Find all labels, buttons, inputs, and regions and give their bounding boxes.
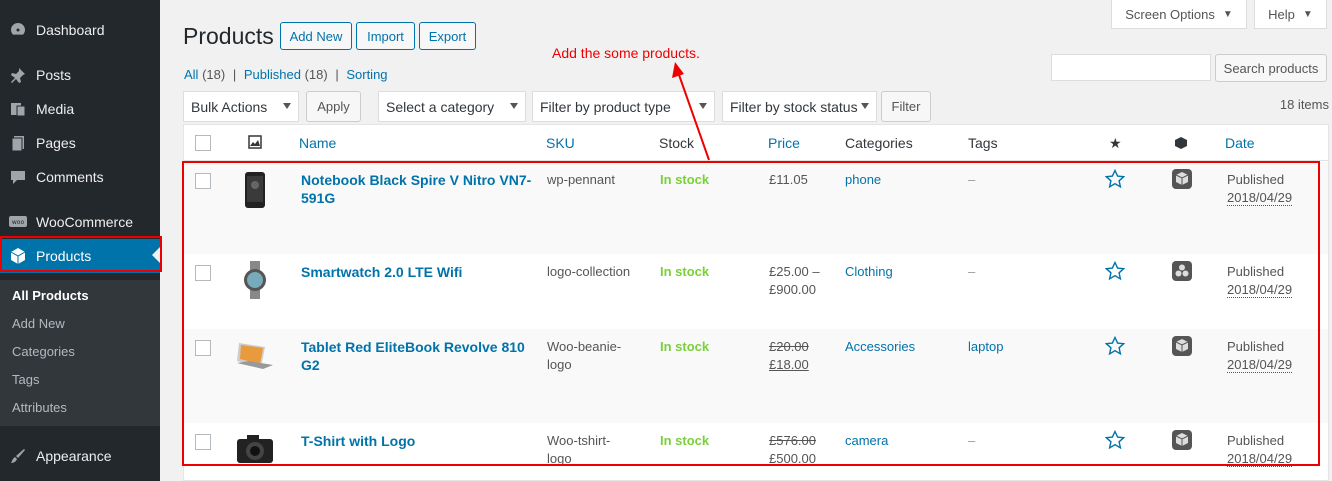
annotation-arrow (672, 62, 710, 161)
